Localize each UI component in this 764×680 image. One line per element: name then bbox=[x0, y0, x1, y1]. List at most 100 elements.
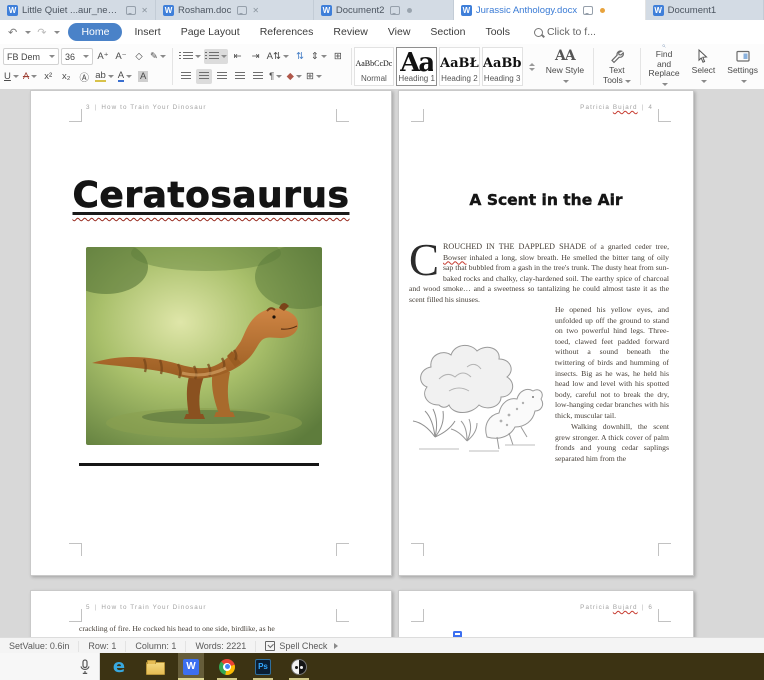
drop-cap: C bbox=[409, 235, 440, 285]
close-icon[interactable]: ✕ bbox=[252, 6, 259, 15]
scroll-up-icon[interactable] bbox=[528, 62, 535, 66]
customize-toolbar-icon[interactable] bbox=[54, 30, 61, 34]
ceratosaurus-illustration[interactable] bbox=[86, 247, 322, 445]
taskbar-search-box[interactable] bbox=[0, 653, 100, 680]
menu-section[interactable]: Section bbox=[420, 24, 475, 40]
undo-caret-icon[interactable] bbox=[25, 30, 32, 34]
menu-view[interactable]: View bbox=[378, 24, 421, 40]
taskbar-chrome-icon[interactable] bbox=[214, 653, 240, 680]
style-normal[interactable]: AaBbCcDc Normal bbox=[353, 47, 395, 86]
paragraph-group: ⇤ ⇥ A⇅ ⇅ ⇕ ⊞ ¶ ◆ ⊞ bbox=[175, 44, 349, 89]
search-icon bbox=[533, 27, 543, 37]
menu-references[interactable]: References bbox=[250, 24, 324, 40]
body-text-column[interactable]: C ROUCHED IN THE DAPPLED SHADE of a gnarl… bbox=[409, 235, 669, 464]
format-painter-button[interactable]: ✎ bbox=[149, 49, 167, 64]
tab-document2[interactable]: W Document2 bbox=[314, 0, 454, 20]
taskbar-wps-writer-icon[interactable]: W bbox=[178, 653, 204, 680]
text-tools-button[interactable]: Text Tools bbox=[596, 44, 638, 89]
align-left-button[interactable] bbox=[178, 69, 194, 84]
insert-table-button[interactable]: ⊞ bbox=[330, 49, 346, 64]
undo-button[interactable]: ↶ bbox=[8, 26, 17, 39]
shading-button[interactable]: ◆ bbox=[286, 69, 303, 84]
taskbar-edge-icon[interactable]: e bbox=[106, 653, 132, 680]
character-shading-button[interactable]: A bbox=[135, 69, 151, 84]
document-canvas[interactable]: 3 | How to Train Your Dinosaur Ceratosauru… bbox=[0, 89, 764, 637]
superscript-button[interactable]: x² bbox=[40, 69, 56, 84]
bullets-button[interactable] bbox=[178, 49, 202, 64]
page-4[interactable]: Patricia Bujard | 4 A Scent in the Air C RO… bbox=[398, 90, 694, 576]
status-word-count[interactable]: Words: 2221 bbox=[186, 640, 257, 652]
font-name-combo[interactable]: FB Dem bbox=[3, 48, 59, 65]
menu-page-layout[interactable]: Page Layout bbox=[171, 24, 250, 40]
chevron-down-icon bbox=[107, 75, 114, 78]
style-heading2[interactable]: AaBŁ Heading 2 bbox=[439, 47, 480, 86]
running-header: 3 | How to Train Your Dinosaur bbox=[86, 104, 207, 111]
strikethrough-button[interactable]: A bbox=[22, 69, 38, 84]
highlight-button[interactable]: ab bbox=[94, 69, 115, 84]
chrome-logo-icon bbox=[219, 658, 235, 675]
text-direction-button[interactable]: A⇅ bbox=[266, 49, 290, 64]
tab-label: Little Quiet ...aur_new words bbox=[22, 4, 120, 16]
page-5[interactable]: 5 | How to Train Your Dinosaur crackling o… bbox=[30, 590, 392, 637]
redo-button[interactable]: ↷ bbox=[37, 26, 46, 39]
body-text-line[interactable]: crackling of fire. He cocked his head to… bbox=[79, 624, 311, 635]
search-hint: Click to f... bbox=[546, 26, 596, 38]
taskbar-file-explorer-icon[interactable] bbox=[142, 653, 168, 680]
paragraph-settings-button[interactable]: ¶ bbox=[268, 69, 284, 84]
chapter-title-heading[interactable]: Ceratosaurus bbox=[31, 175, 391, 217]
settings-button[interactable]: Settings bbox=[721, 44, 764, 89]
chevron-down-icon bbox=[315, 75, 322, 78]
select-button[interactable]: Select bbox=[686, 44, 722, 89]
scroll-down-icon[interactable] bbox=[528, 67, 535, 71]
subscript-button[interactable]: x₂ bbox=[58, 69, 74, 84]
find-replace-button[interactable]: Find and Replace bbox=[642, 44, 685, 89]
menu-insert[interactable]: Insert bbox=[124, 24, 170, 40]
menu-home[interactable]: Home bbox=[68, 23, 123, 41]
line-spacing-button[interactable]: ⇕ bbox=[310, 49, 328, 64]
grow-font-button[interactable]: A⁺ bbox=[95, 49, 111, 64]
distribute-button[interactable] bbox=[250, 69, 266, 84]
align-center-button[interactable] bbox=[195, 69, 212, 84]
crop-mark bbox=[69, 543, 82, 556]
font-size-combo[interactable]: 36 bbox=[61, 48, 93, 65]
font-color-button[interactable]: A bbox=[117, 69, 133, 84]
paragraph-1[interactable]: C ROUCHED IN THE DAPPLED SHADE of a gnarl… bbox=[409, 235, 669, 305]
group-separator bbox=[350, 48, 352, 85]
chevron-down-icon bbox=[12, 75, 19, 78]
justify-button[interactable] bbox=[232, 69, 248, 84]
chapter-title-heading[interactable]: A Scent in the Air bbox=[399, 191, 693, 209]
style-heading1[interactable]: Aa Heading 1 bbox=[396, 47, 438, 86]
enclose-characters-button[interactable]: Ⓐ bbox=[76, 69, 92, 84]
clear-formatting-button[interactable]: ◇ bbox=[131, 49, 147, 64]
menu-tools[interactable]: Tools bbox=[475, 24, 520, 40]
borders-button[interactable]: ⊞ bbox=[305, 69, 323, 84]
taskbar-photoshop-icon[interactable]: Ps bbox=[250, 653, 276, 680]
tab-label: Document1 bbox=[667, 4, 717, 16]
decrease-indent-button[interactable]: ⇤ bbox=[230, 49, 246, 64]
tab-document1[interactable]: W Document1 bbox=[646, 0, 764, 20]
menu-review[interactable]: Review bbox=[323, 24, 377, 40]
numbering-button[interactable] bbox=[203, 49, 228, 64]
page-6[interactable]: Patricia Bujard | 6 bbox=[398, 590, 694, 637]
sort-button[interactable]: ⇅ bbox=[292, 49, 308, 64]
document-tab-bar: W Little Quiet ...aur_new words ✕ W Rosh… bbox=[0, 0, 764, 20]
taskbar-yinyang-app-icon[interactable] bbox=[286, 653, 312, 680]
spell-check-button[interactable]: Spell Check bbox=[256, 641, 347, 651]
sketch-illustration[interactable] bbox=[409, 309, 547, 457]
chevron-down-icon bbox=[126, 75, 133, 78]
tab-little-quiet[interactable]: W Little Quiet ...aur_new words ✕ bbox=[0, 0, 156, 20]
tab-rosham[interactable]: W Rosham.doc ✕ bbox=[156, 0, 314, 20]
chevron-down-icon bbox=[662, 83, 669, 87]
tab-jurassic-anthology[interactable]: W Jurassic Anthology.docx bbox=[453, 0, 646, 20]
new-style-button[interactable]: AA New Style bbox=[539, 48, 592, 86]
shrink-font-button[interactable]: A⁻ bbox=[113, 49, 129, 64]
close-icon[interactable]: ✕ bbox=[141, 6, 148, 15]
style-gallery-scroll[interactable] bbox=[525, 62, 537, 71]
increase-indent-button[interactable]: ⇥ bbox=[248, 49, 264, 64]
running-header: Patricia Bujard | 6 bbox=[580, 604, 653, 611]
align-right-button[interactable] bbox=[214, 69, 230, 84]
underline-button[interactable]: U bbox=[3, 69, 20, 84]
style-heading3[interactable]: AaBb Heading 3 bbox=[481, 47, 523, 86]
find-search-box[interactable]: Click to f... bbox=[533, 26, 596, 38]
page-3[interactable]: 3 | How to Train Your Dinosaur Ceratosauru… bbox=[30, 90, 392, 576]
